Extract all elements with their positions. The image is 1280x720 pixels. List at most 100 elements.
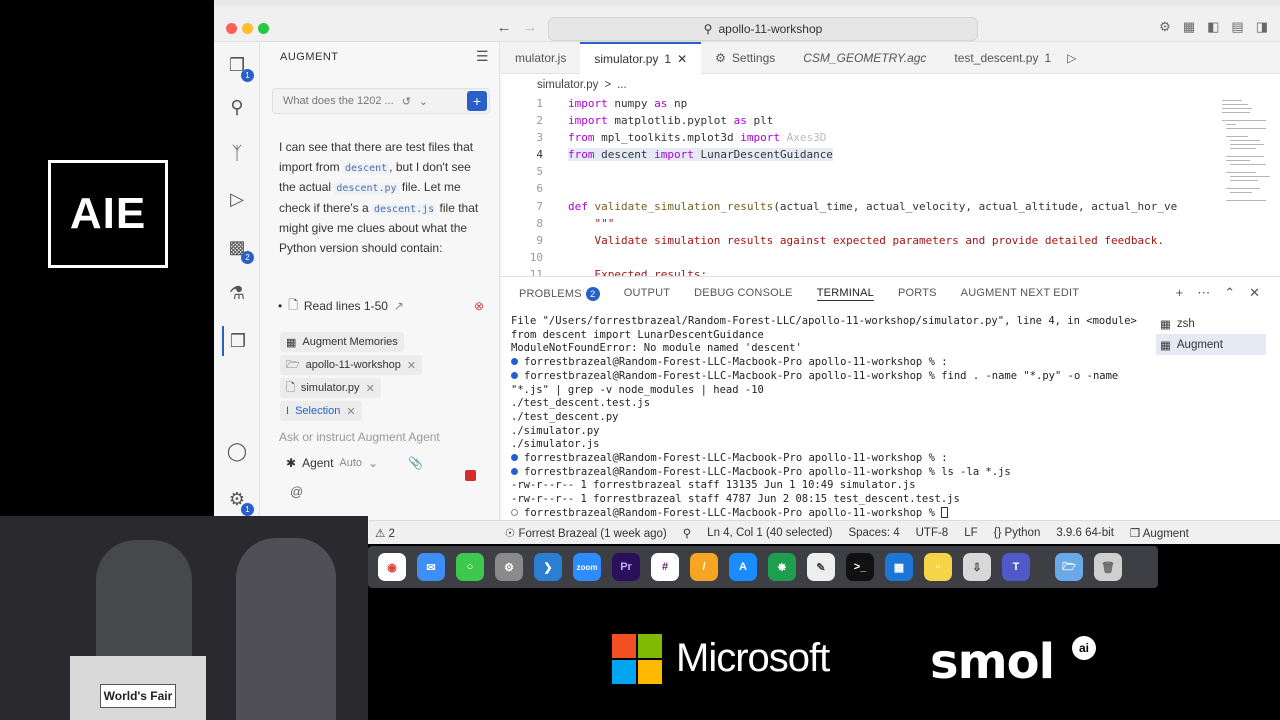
problems-status[interactable]: ⚠ 2 [375, 526, 395, 540]
tab-settings[interactable]: ⚙ Settings [701, 42, 789, 74]
dock-app-git[interactable]: ✸ [768, 553, 796, 581]
dock-app-premiere[interactable]: Pr [612, 553, 640, 581]
menu-icon[interactable]: ☰ [476, 48, 489, 65]
more-icon[interactable]: ⋯ [1197, 285, 1210, 301]
context-chip-memories[interactable]: ▦ Augment Memories [280, 332, 404, 352]
extensions-icon[interactable]: ▩ 2 [222, 232, 254, 264]
tab-ports[interactable]: PORTS [898, 287, 937, 301]
dock-app-terminal[interactable]: >_ [846, 553, 874, 581]
thread-selector[interactable]: What does the 1202 ... ↺ ⌄ + [272, 88, 490, 114]
language-label: Python [1004, 526, 1041, 539]
python-interpreter[interactable]: 3.9.6 64-bit [1056, 527, 1114, 539]
copilot-icon[interactable]: ⚙ [1159, 19, 1171, 35]
open-file-icon[interactable]: ↗ [394, 299, 404, 313]
chevron-down-icon[interactable]: ⌄ [419, 95, 428, 108]
dock-app-slack[interactable]: # [651, 553, 679, 581]
tab-label: mulator.js [515, 50, 567, 65]
agent-input[interactable]: Ask or instruct Augment Agent [279, 430, 440, 444]
git-blame-text: Forrest Brazeal (1 week ago) [518, 527, 667, 540]
close-panel-icon[interactable]: ✕ [1249, 285, 1260, 301]
dock-folder[interactable]: 🗁 [1055, 553, 1083, 581]
tab-simulator-py[interactable]: simulator.py 1 ✕ [580, 41, 702, 74]
tab-augment-next-edit[interactable]: AUGMENT NEXT EDIT [961, 287, 1080, 301]
breadcrumb-symbol[interactable]: ... [617, 79, 627, 91]
tab-output[interactable]: OUTPUT [624, 287, 670, 301]
dock-app-pencil[interactable]: / [690, 553, 718, 581]
dock-app-messages[interactable]: ○ [456, 553, 484, 581]
dock-app-appstore[interactable]: A [729, 553, 757, 581]
indentation[interactable]: Spaces: 4 [848, 527, 899, 539]
manage-gear-icon[interactable]: ⚙ 1 [222, 484, 254, 516]
auto-mode-select[interactable]: Auto [339, 457, 362, 469]
new-thread-button[interactable]: + [467, 91, 487, 111]
back-arrow-icon[interactable]: ← [494, 19, 514, 36]
cursor-position[interactable]: Ln 4, Col 1 (40 selected) [707, 527, 832, 539]
minimize-window-button[interactable] [242, 23, 253, 34]
search-icon[interactable]: ⚲ [222, 92, 252, 122]
remove-context-icon[interactable]: ✕ [346, 405, 355, 418]
secondary-sidebar-icon[interactable]: ◨ [1256, 19, 1268, 35]
zoom-window-button[interactable] [258, 23, 269, 34]
tab-debug-console[interactable]: DEBUG CONSOLE [694, 287, 793, 301]
code-editor[interactable]: 1 2 3 4 5 6 7 8 9 10 11 import numpy as … [501, 96, 1280, 276]
tool-call-row[interactable]: • 🗋 Read lines 1-50 ↗ ⊗ [278, 296, 484, 316]
context-chip-repo[interactable]: 🗁 apollo-11-workshop ✕ [280, 355, 423, 375]
explorer-icon[interactable]: ❐ 1 [222, 50, 254, 82]
panel-toggle-icon[interactable]: ▤ [1231, 19, 1243, 35]
tab-terminal[interactable]: TERMINAL [816, 287, 874, 301]
dock-app-vscode[interactable]: ❯ [534, 553, 562, 581]
account-icon[interactable]: ◯ [222, 436, 252, 466]
breadcrumb-file[interactable]: simulator.py [537, 79, 598, 91]
close-window-button[interactable] [226, 23, 237, 34]
terminal-item-augment[interactable]: ▦ Augment [1156, 334, 1266, 355]
augment-status[interactable]: ❒ Augment [1130, 526, 1189, 540]
terminal-item-zsh[interactable]: ▦ zsh [1156, 313, 1266, 334]
tab-problems[interactable]: PROBLEMS 2 [519, 287, 600, 301]
cancel-tool-icon[interactable]: ⊗ [474, 299, 484, 313]
dock-app-stickies[interactable]: ▫ [924, 553, 952, 581]
context-chip-selection[interactable]: I Selection ✕ [280, 401, 362, 421]
maximize-panel-icon[interactable]: ⌃ [1224, 285, 1235, 301]
layout-icon[interactable]: ▦ [1183, 19, 1195, 35]
agent-message: I can see that there are test files that… [279, 138, 485, 259]
testing-icon[interactable]: ⚗ [222, 278, 252, 308]
dock-app-chrome[interactable]: ◉ [378, 553, 406, 581]
dock-trash[interactable]: 🗑 [1094, 553, 1122, 581]
dock-app-settings[interactable]: ⚙ [495, 553, 523, 581]
tab-simulator-js[interactable]: mulator.js [501, 42, 580, 74]
git-blame[interactable]: ☉ Forrest Brazeal (1 week ago) [505, 526, 667, 540]
stop-button[interactable] [465, 470, 476, 481]
attach-icon[interactable]: 📎 [408, 456, 423, 470]
end-of-line[interactable]: LF [964, 527, 977, 539]
mention-button[interactable]: @ [290, 484, 303, 499]
remove-context-icon[interactable]: ✕ [366, 382, 375, 395]
dock-app-zoom[interactable]: zoom [573, 553, 601, 581]
forward-arrow-icon[interactable]: → [520, 19, 540, 36]
chevron-down-icon[interactable]: ⌄ [368, 456, 378, 470]
dock-app-textedit[interactable]: ✎ [807, 553, 835, 581]
remove-context-icon[interactable]: ✕ [407, 359, 416, 372]
source-control-icon[interactable]: ᛉ [222, 138, 252, 168]
augment-icon[interactable]: ❒ [222, 326, 252, 356]
command-center[interactable]: ⚲ apollo-11-workshop [548, 17, 978, 41]
file-encoding[interactable]: UTF-8 [916, 527, 949, 539]
terminal-output[interactable]: File "/Users/forrestbrazeal/Random-Fores… [511, 315, 1151, 521]
minimap[interactable] [1220, 96, 1272, 276]
dock-app-finder[interactable]: ⇩ [963, 553, 991, 581]
run-debug-icon[interactable]: ▷ [222, 184, 252, 214]
dock-app-mail[interactable]: ✉ [417, 553, 445, 581]
share-icon[interactable]: ↺ [402, 95, 411, 108]
dock-app-teams[interactable]: T [1002, 553, 1030, 581]
run-icon[interactable]: ▷ [1067, 51, 1076, 65]
context-chip-file[interactable]: 🗋 simulator.py ✕ [280, 378, 381, 398]
close-icon[interactable]: ✕ [677, 52, 687, 66]
zoom-icon[interactable]: ⚲ [683, 526, 691, 540]
sidebar-toggle-icon[interactable]: ◧ [1207, 19, 1219, 35]
terminal-line: ./simulator.js [511, 438, 600, 451]
tab-csm-geometry[interactable]: CSM_GEOMETRY.agc [789, 42, 940, 74]
language-mode[interactable]: {} Python [994, 527, 1041, 539]
mode-label[interactable]: Agent [302, 456, 333, 470]
tab-test-descent[interactable]: test_descent.py 1 [940, 42, 1065, 74]
new-terminal-icon[interactable]: + [1176, 285, 1184, 301]
dock-app-keynote[interactable]: ▦ [885, 553, 913, 581]
